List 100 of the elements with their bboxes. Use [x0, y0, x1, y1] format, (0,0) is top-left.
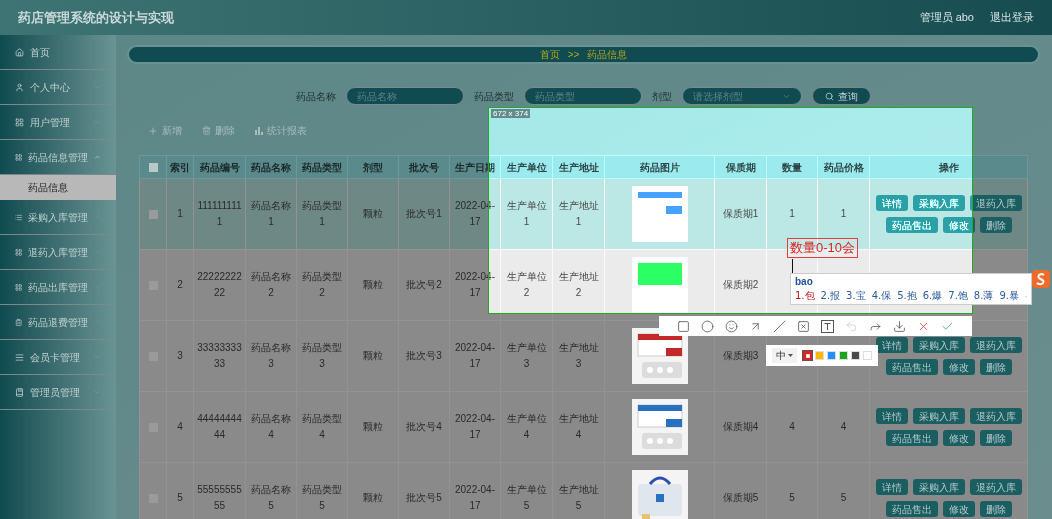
ime-candidate[interactable]: 6.爆 [922, 289, 943, 303]
grid-icon [15, 282, 23, 292]
row-action-button[interactable]: 药品售出 [885, 501, 938, 517]
column-header: 批次号 [398, 155, 450, 179]
row-action-button[interactable]: 删除 [979, 430, 1012, 446]
row-action-button[interactable]: 删除 [979, 217, 1012, 233]
search-button[interactable]: 查询 [812, 87, 871, 105]
checkbox[interactable] [148, 162, 158, 172]
table-cell: 批次号5 [406, 492, 442, 503]
table-cell: 颗粒 [363, 350, 383, 361]
color-swatch[interactable] [827, 351, 836, 360]
grid-icon [15, 247, 23, 257]
ime-candidate[interactable]: 9.暴 [999, 289, 1019, 303]
table-cell: 批次号2 [406, 279, 442, 290]
row-action-button[interactable]: 退药入库 [969, 195, 1022, 211]
download-icon[interactable] [893, 319, 907, 333]
ime-candidate[interactable]: 5.抱 [897, 289, 917, 303]
table-cell: 颗粒 [363, 279, 383, 290]
row-action-button[interactable]: 删除 [979, 359, 1012, 375]
select-field[interactable]: 请选择剂型 [682, 87, 802, 105]
table-cell: 生产地址1 [558, 200, 599, 227]
table-cell: 批次号4 [406, 421, 442, 432]
row-action-button[interactable]: 药品售出 [885, 359, 938, 375]
row-action-button[interactable]: 退药入库 [969, 408, 1022, 424]
table-cell: 药品名称5 [251, 484, 291, 511]
row-action-button[interactable]: 退药入库 [969, 479, 1022, 495]
column-header: 索引 [166, 155, 194, 179]
circle-icon[interactable] [700, 319, 714, 333]
table-cell: 药品名称3 [251, 342, 291, 369]
row-action-button[interactable]: 药品售出 [885, 430, 938, 446]
logout-link[interactable]: 退出登录 [990, 9, 1034, 26]
search-field[interactable]: 药品名称 [346, 87, 464, 105]
row-action-button[interactable]: 采购入库 [912, 479, 965, 495]
ime-candidate[interactable]: 3.宝 [846, 289, 866, 303]
table-cell: 1111111111 [197, 200, 242, 227]
search-field[interactable]: 药品类型 [524, 87, 642, 105]
row-action-button[interactable]: 详情 [875, 479, 908, 495]
line-icon[interactable] [772, 319, 786, 333]
row-action-button[interactable]: 修改 [942, 359, 975, 375]
row-action-button[interactable]: 采购入库 [912, 408, 965, 424]
table-cell: 4 [840, 421, 847, 432]
column-header: 剂型 [347, 155, 399, 179]
row-action-button[interactable]: 修改 [942, 430, 975, 446]
table-cell: 药品名称2 [251, 271, 291, 298]
row-action-button[interactable]: 详情 [875, 195, 908, 211]
user-name: 管理员 abo [919, 10, 974, 26]
table-cell: 1 [840, 208, 847, 219]
rectangle-icon[interactable] [676, 319, 690, 333]
field-label: 药品名称 [296, 89, 336, 104]
breadcrumb-link[interactable]: 首页 [539, 47, 560, 62]
breadcrumb-current: 药品信息 [587, 48, 628, 62]
color-swatch[interactable] [839, 351, 848, 360]
face-icon[interactable] [724, 319, 738, 333]
table-cell: 生产单位3 [506, 342, 547, 369]
table-cell: 生产地址2 [558, 271, 599, 298]
ime-candidate[interactable]: 2.报 [820, 289, 841, 303]
column-header: 药品名称 [245, 155, 297, 179]
table-cell: 5 [177, 492, 183, 503]
ime-composition-text: bao [795, 275, 814, 289]
ime-candidate[interactable]: 1.包 [795, 289, 815, 303]
row-action-button[interactable]: 采购入库 [912, 195, 965, 211]
ime-candidate[interactable]: 8.薄 [973, 289, 994, 303]
home-icon [15, 47, 24, 57]
row-action-button[interactable]: 药品售出 [885, 217, 938, 233]
column-header: 生产地址 [552, 155, 605, 179]
table-cell: 2222222222 [197, 271, 242, 298]
table-cell: 药品类型5 [302, 484, 342, 511]
column-header: 药品价格 [817, 155, 870, 179]
table-cell: 生产单位5 [506, 484, 547, 511]
color-swatch[interactable] [863, 351, 872, 360]
table-cell: 生产单位2 [506, 271, 547, 298]
table-cell: 药品类型4 [302, 413, 342, 440]
checkbox[interactable] [148, 209, 158, 219]
color-swatch[interactable] [815, 351, 824, 360]
row-action-button[interactable]: 采购入库 [912, 337, 965, 353]
text-cursor [792, 259, 793, 273]
mosaic-icon[interactable] [796, 319, 810, 333]
sidebar-subitem[interactable]: 药品信息 [0, 175, 116, 200]
color-swatch[interactable] [803, 351, 812, 360]
column-header: 药品图片 [604, 155, 715, 179]
row-action-button[interactable]: 修改 [942, 501, 975, 517]
selection-size-label: 672 x 374 [491, 109, 531, 118]
color-swatch[interactable] [851, 351, 860, 360]
ime-candidate[interactable]: 7.饱 [948, 289, 968, 303]
list-icon [15, 352, 24, 362]
row-action-button[interactable]: 删除 [979, 501, 1012, 517]
row-action-button[interactable]: 修改 [942, 217, 975, 233]
row-action-button[interactable]: 退药入库 [969, 337, 1022, 353]
row-action-button[interactable]: 详情 [875, 408, 908, 424]
text-annotation[interactable]: 数量0-10会 [787, 238, 859, 258]
table-cell: 2022-04-17 [455, 413, 495, 440]
row-action-button[interactable]: 详情 [875, 337, 908, 353]
table-cell: 保质期3 [722, 350, 759, 361]
ime-candidate[interactable]: 4.保 [871, 289, 892, 303]
table-cell: 药品类型3 [302, 342, 342, 369]
text-tool-icon[interactable] [821, 319, 834, 333]
table-cell: 生产地址5 [558, 484, 599, 511]
table-cell: 5 [840, 492, 847, 503]
size-dropdown[interactable]: 中 [772, 348, 797, 363]
table-cell: 2 [177, 279, 183, 290]
